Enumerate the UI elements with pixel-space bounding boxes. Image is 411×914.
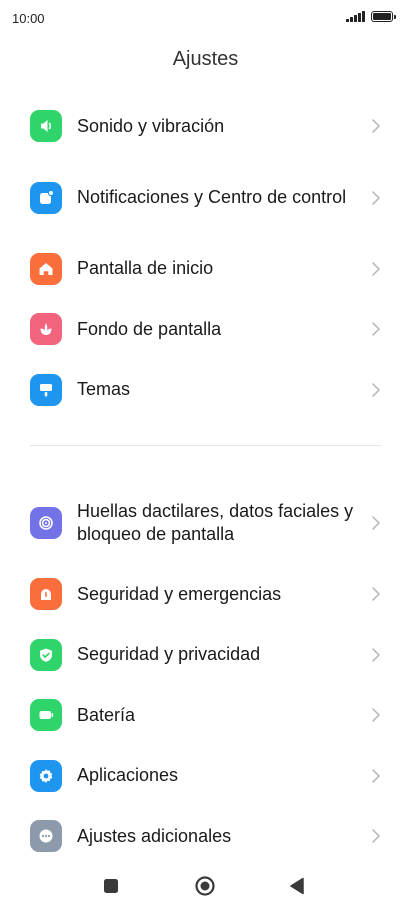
section-divider [30, 445, 381, 446]
chevron-right-icon [372, 708, 380, 722]
signal-icon [346, 11, 365, 22]
chevron-right-icon [372, 383, 380, 397]
settings-item-label: Fondo de pantalla [77, 318, 222, 339]
settings-item-label: Seguridad y privacidad [77, 644, 261, 665]
settings-item-themes[interactable]: Temas [0, 360, 411, 421]
chevron-right-icon [372, 829, 380, 843]
speaker-icon [30, 110, 62, 143]
chevron-right-icon [372, 119, 380, 133]
settings-item-label: Aplicaciones [77, 765, 179, 786]
battery-status-icon [371, 11, 396, 22]
chevron-right-icon [372, 262, 380, 276]
settings-item-label: Ajustes adicionales [77, 825, 232, 846]
settings-item-fingerprint[interactable]: Huellas dactilares, datos faciales y blo… [0, 482, 411, 564]
chevron-right-icon [372, 516, 380, 530]
battery-fill [373, 13, 391, 20]
back-button[interactable] [286, 875, 308, 897]
settings-list-primary: Sonido y vibración Notificaciones y Cent… [0, 96, 411, 420]
status-bar: 10:00 [0, 0, 411, 36]
settings-item-wallpaper[interactable]: Fondo de pantalla [0, 299, 411, 360]
flower-icon [30, 313, 62, 346]
settings-item-label: Huellas dactilares, datos faciales y blo… [77, 501, 354, 544]
settings-item-label: Pantalla de inicio [77, 258, 214, 279]
settings-item-sound[interactable]: Sonido y vibración [0, 96, 411, 157]
more-dots-icon [30, 820, 62, 853]
settings-list-secondary: Huellas dactilares, datos faciales y blo… [0, 482, 411, 867]
settings-item-emergency[interactable]: Seguridad y emergencias [0, 564, 411, 625]
chevron-right-icon [372, 587, 380, 601]
status-time: 10:00 [12, 11, 45, 26]
page-title: Ajustes [172, 48, 239, 70]
shield-check-icon [30, 638, 62, 671]
home-icon [30, 252, 62, 285]
chevron-right-icon [372, 769, 380, 783]
chevron-right-icon [372, 190, 380, 205]
settings-item-label: Seguridad y emergencias [77, 583, 282, 604]
home-button[interactable] [194, 875, 216, 897]
fingerprint-icon [30, 507, 62, 539]
recents-icon [104, 879, 118, 893]
settings-item-home-screen[interactable]: Pantalla de inicio [0, 239, 411, 300]
settings-item-label: Temas [77, 379, 131, 400]
gear-icon [30, 759, 62, 792]
settings-item-label: Notificaciones y Centro de control [77, 187, 347, 207]
settings-item-notifications[interactable]: Notificaciones y Centro de control [0, 157, 411, 239]
chevron-right-icon [372, 648, 380, 662]
theme-brush-icon [30, 373, 62, 406]
settings-item-privacy[interactable]: Seguridad y privacidad [0, 625, 411, 686]
settings-item-battery[interactable]: Batería [0, 685, 411, 746]
navigation-bar [0, 858, 411, 914]
battery-icon [30, 699, 62, 732]
settings-item-apps[interactable]: Aplicaciones [0, 746, 411, 807]
chevron-right-icon [372, 322, 380, 336]
settings-item-label: Sonido y vibración [77, 115, 225, 136]
back-icon [290, 877, 304, 895]
settings-item-label: Batería [77, 704, 136, 725]
home-circle-icon [195, 876, 215, 896]
status-icons [346, 11, 396, 22]
notification-icon [30, 181, 62, 214]
emergency-icon [30, 578, 62, 611]
recents-button[interactable] [100, 875, 122, 897]
